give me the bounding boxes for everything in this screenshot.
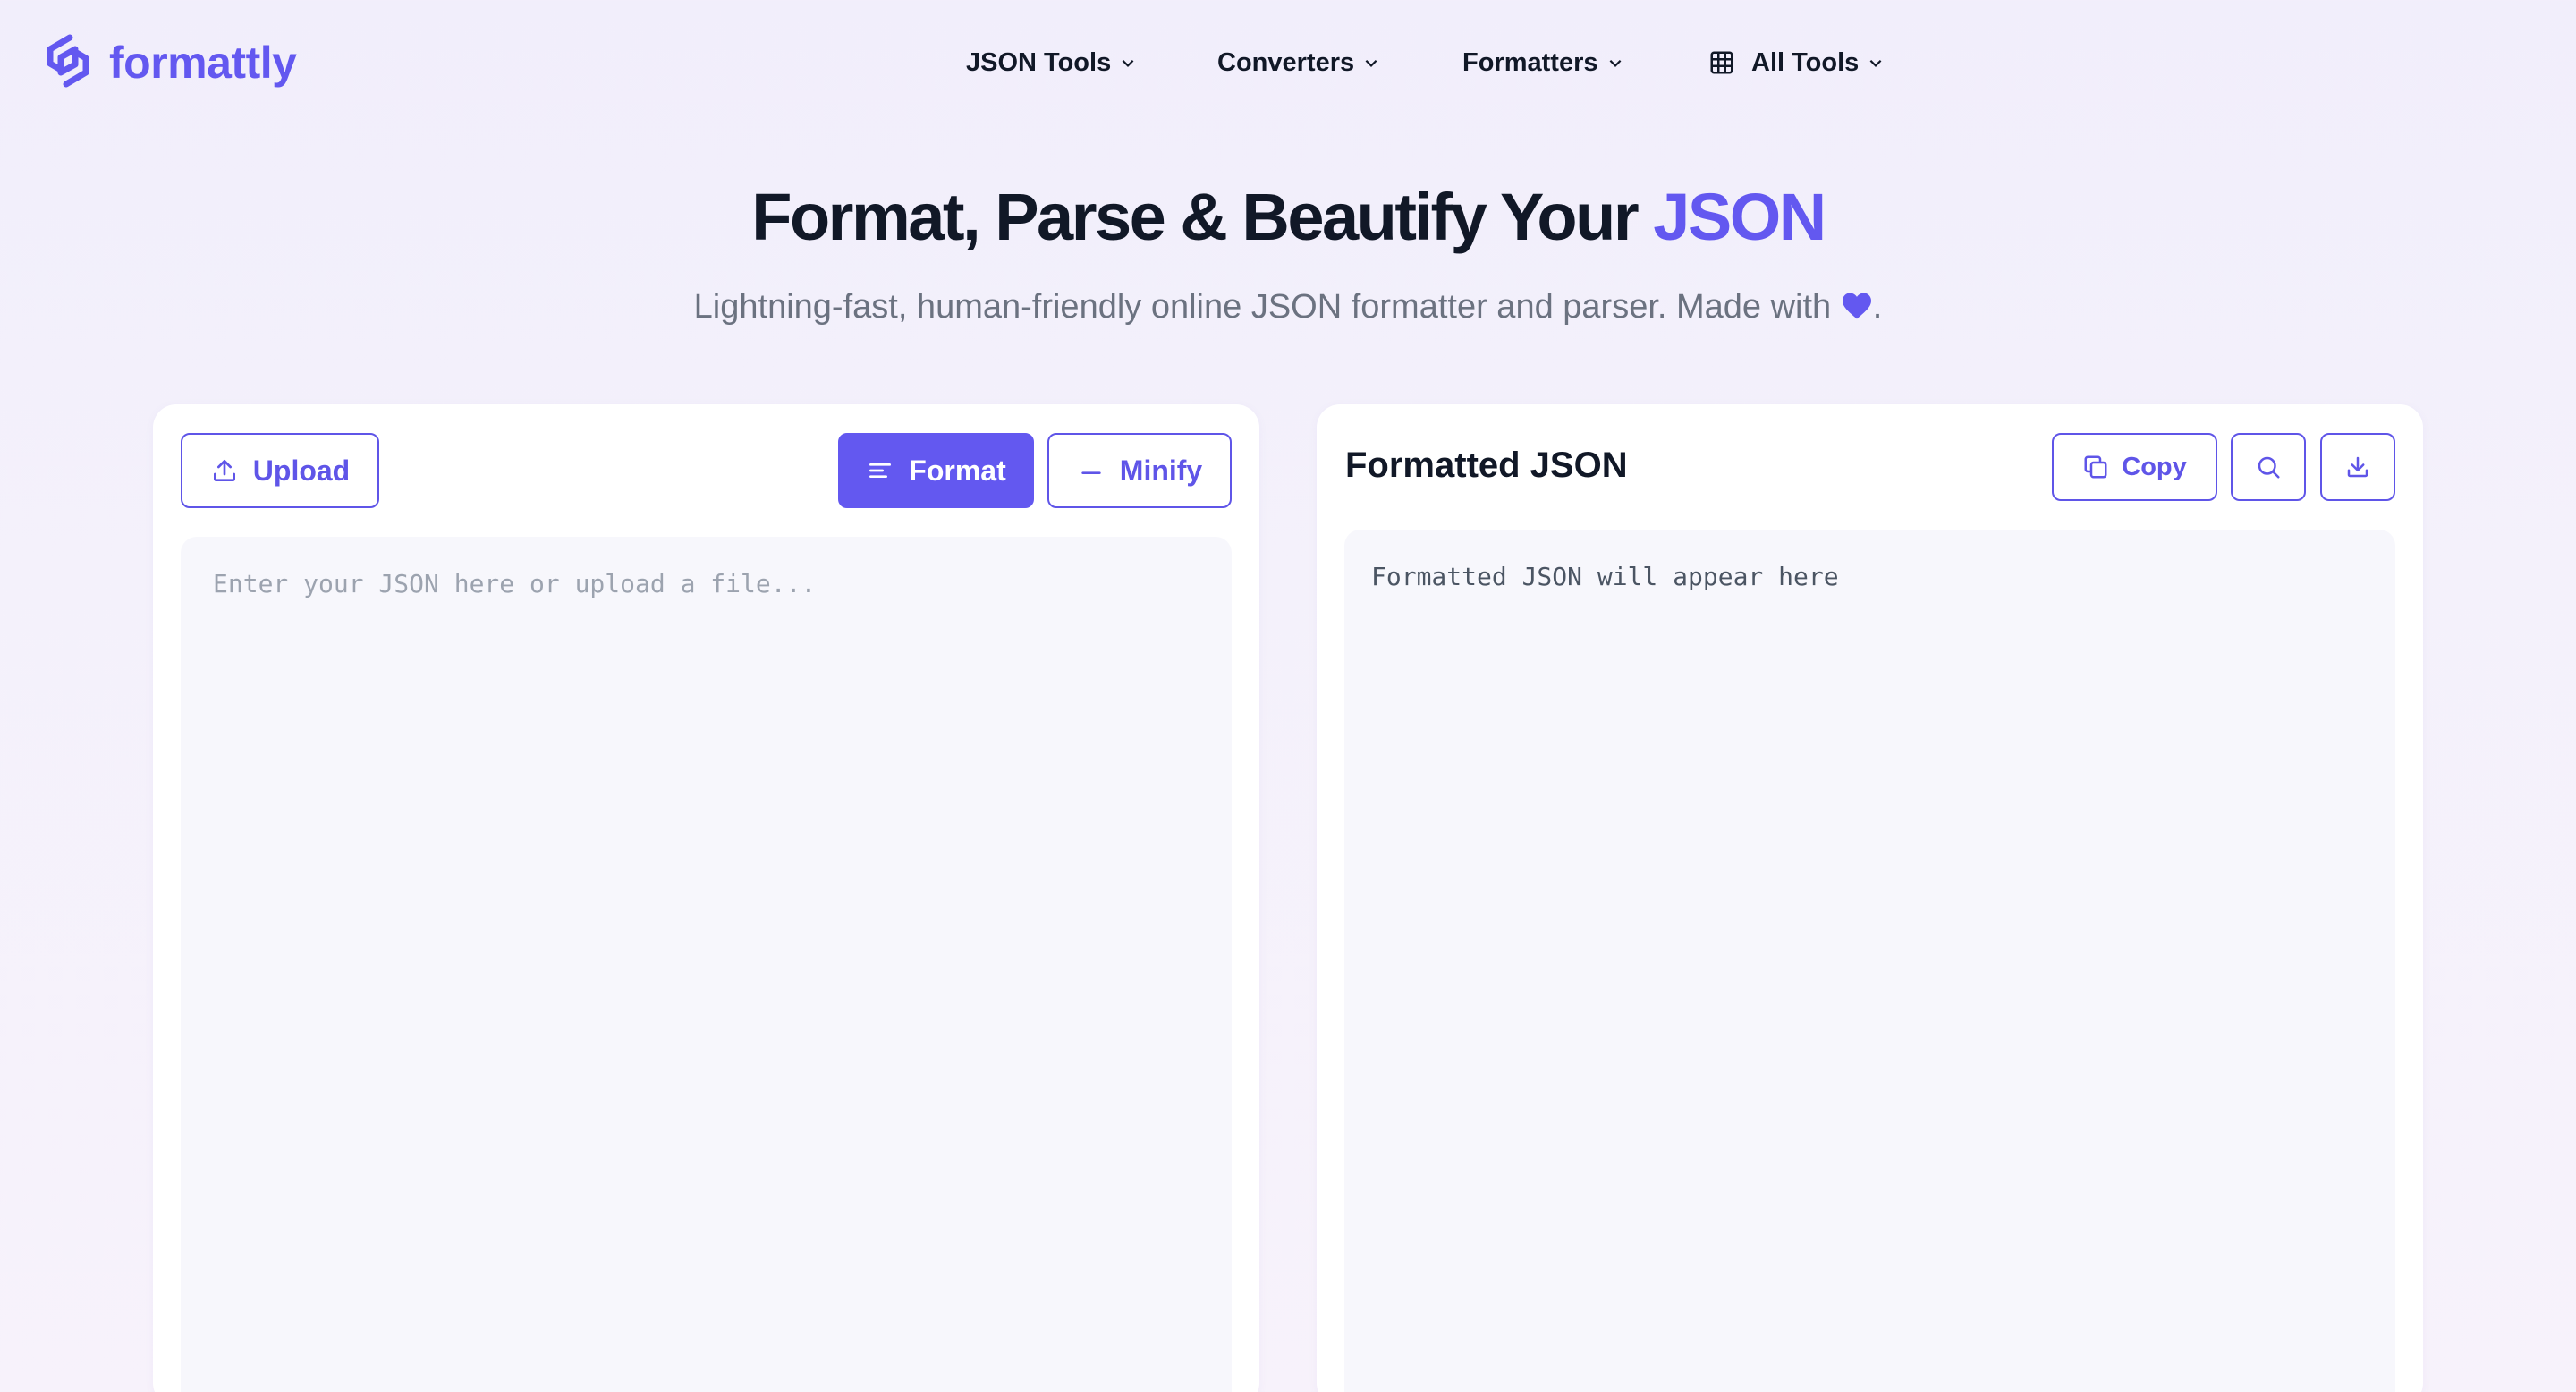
title-main: Format, Parse & Beautify Your <box>751 180 1654 254</box>
search-button[interactable] <box>2231 433 2306 501</box>
formattly-logo-icon <box>39 32 97 94</box>
align-left-icon <box>869 463 892 478</box>
output-placeholder: Formatted JSON will appear here <box>1371 562 1839 591</box>
copy-label: Copy <box>2122 452 2187 481</box>
output-title: Formatted JSON <box>1345 446 1628 485</box>
brand-logo[interactable]: formattly <box>39 32 297 94</box>
chevron-down-icon <box>1365 59 1377 67</box>
copy-icon <box>2084 455 2107 479</box>
format-label: Format <box>909 454 1006 487</box>
copy-button[interactable]: Copy <box>2052 433 2217 501</box>
input-panel: Upload Format Minify Enter your JSON her… <box>153 404 1259 1392</box>
page-subtitle: Lightning-fast, human-friendly online JS… <box>0 288 2576 327</box>
upload-button[interactable]: Upload <box>181 433 379 508</box>
nav-item-label: All Tools <box>1751 47 1860 77</box>
brand-name: formattly <box>109 38 297 88</box>
minus-icon <box>1081 471 1101 474</box>
upload-label: Upload <box>252 454 351 487</box>
nav-converters[interactable]: Converters <box>1217 39 1379 86</box>
title-accent: JSON <box>1653 180 1826 254</box>
minify-button[interactable]: Minify <box>1047 433 1232 508</box>
format-button[interactable]: Format <box>838 433 1034 508</box>
upload-icon <box>213 460 235 481</box>
input-placeholder: Enter your JSON here or upload a file... <box>213 569 817 598</box>
download-icon <box>2347 456 2368 478</box>
chevron-down-icon <box>1609 59 1621 67</box>
site-header: formattly JSON Tools Converters Formatte… <box>0 0 2576 125</box>
nav-json-tools[interactable]: JSON Tools <box>966 39 1136 86</box>
page-title: Format, Parse & Beautify Your JSON <box>0 179 2576 255</box>
grid-icon <box>1710 51 1733 74</box>
json-input-editor[interactable]: Enter your JSON here or upload a file... <box>181 537 1232 1392</box>
subtitle-text: Lightning-fast, human-friendly online JS… <box>693 288 1841 326</box>
search-icon <box>2258 456 2280 479</box>
json-output-view[interactable]: Formatted JSON will appear here <box>1344 530 2395 1392</box>
heart-icon <box>1841 288 1873 327</box>
nav-item-label: Converters <box>1217 47 1355 77</box>
nav-formatters[interactable]: Formatters <box>1462 39 1623 86</box>
minify-label: Minify <box>1119 454 1203 487</box>
chevron-down-icon <box>1122 59 1134 67</box>
download-button[interactable] <box>2320 433 2395 501</box>
output-panel: Formatted JSON Copy Formatted JSON will … <box>1317 404 2423 1392</box>
subtitle-end: . <box>1872 288 1883 326</box>
chevron-down-icon <box>1869 59 1882 67</box>
nav-all-tools[interactable]: All Tools <box>1708 39 1884 86</box>
nav-item-label: JSON Tools <box>966 47 1112 77</box>
nav-item-label: Formatters <box>1462 47 1598 77</box>
